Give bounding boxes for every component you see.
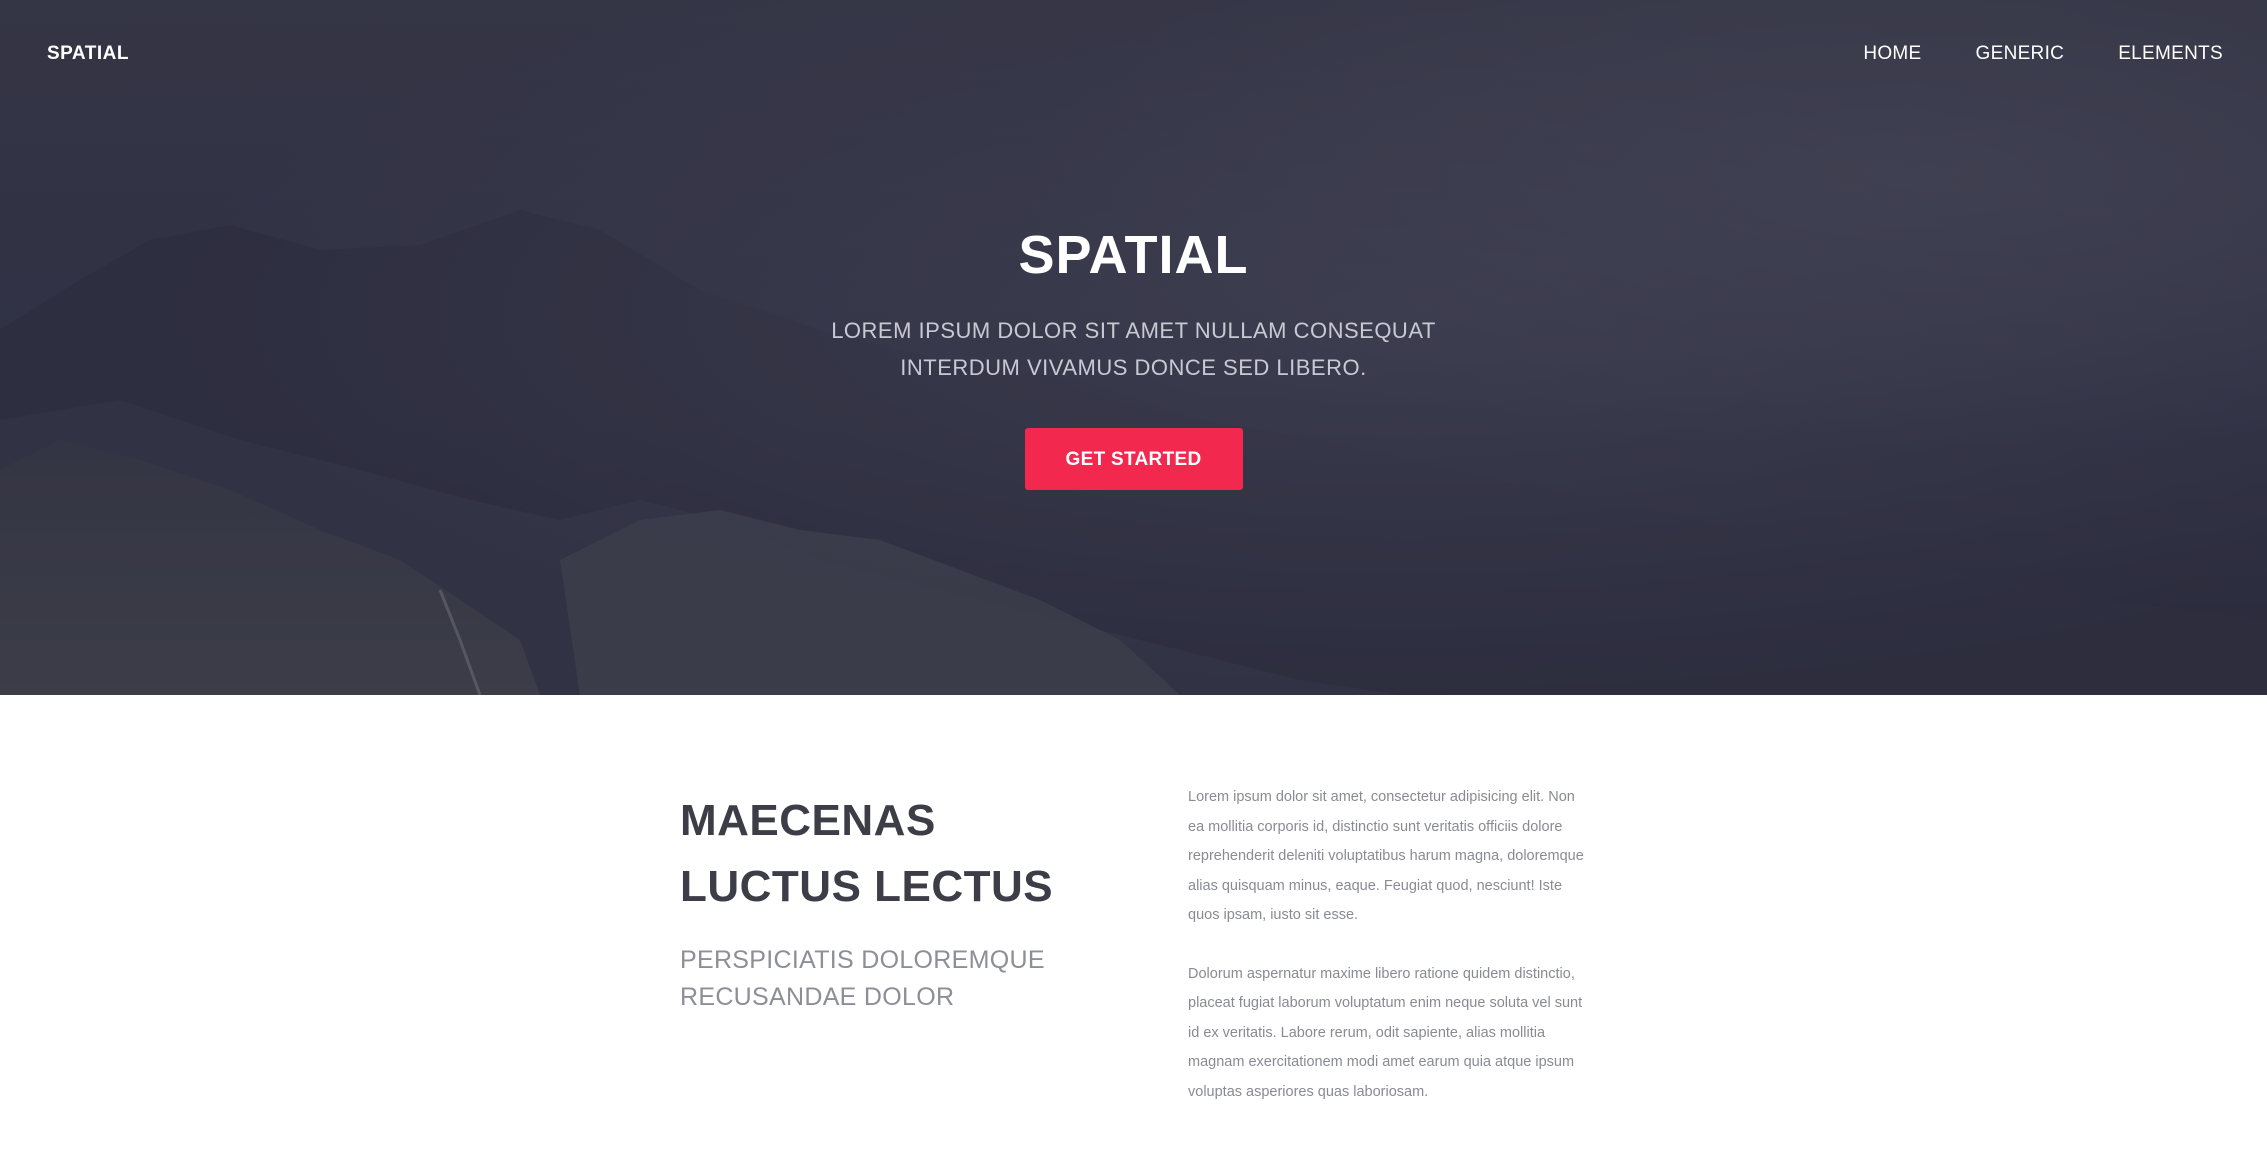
hero-subtitle: LOREM IPSUM DOLOR SIT AMET NULLAM CONSEQ…	[831, 318, 1436, 380]
hero-content: SPATIAL LOREM IPSUM DOLOR SIT AMET NULLA…	[0, 220, 2267, 490]
get-started-button[interactable]: GET STARTED	[1024, 428, 1243, 490]
body-paragraph: Lorem ipsum dolor sit amet, consectetur …	[1188, 789, 1584, 923]
nav-link-home[interactable]: HOME	[1863, 43, 1921, 65]
hero-title: SPATIAL	[1018, 225, 1249, 285]
intro-body: Lorem ipsum dolor sit amet, consectetur …	[1188, 783, 1588, 1136]
section-subheading: PERSPICIATIS DOLOREMQUE RECUSANDAE DOLOR	[680, 946, 1045, 1011]
body-paragraph: Dolorum aspernatur maxime libero ratione…	[1188, 965, 1583, 1100]
hero-banner: SPATIAL HOME GENERIC ELEMENTS SPATIAL LO…	[0, 0, 2267, 695]
nav-link-generic[interactable]: GENERIC	[1976, 43, 2065, 65]
top-navigation: SPATIAL HOME GENERIC ELEMENTS	[0, 0, 2267, 108]
intro-header: MAECENAS LUCTUS LECTUS PERSPICIATIS DOLO…	[680, 788, 1120, 1016]
site-logo[interactable]: SPATIAL	[47, 43, 129, 65]
section-heading: MAECENAS LUCTUS LECTUS	[680, 796, 1054, 911]
nav-link-elements[interactable]: ELEMENTS	[2118, 43, 2223, 65]
page: SPATIAL HOME GENERIC ELEMENTS SPATIAL LO…	[0, 0, 2267, 1168]
nav-links: HOME GENERIC ELEMENTS	[1809, 43, 2223, 65]
intro-section: MAECENAS LUCTUS LECTUS PERSPICIATIS DOLO…	[0, 695, 2267, 1168]
